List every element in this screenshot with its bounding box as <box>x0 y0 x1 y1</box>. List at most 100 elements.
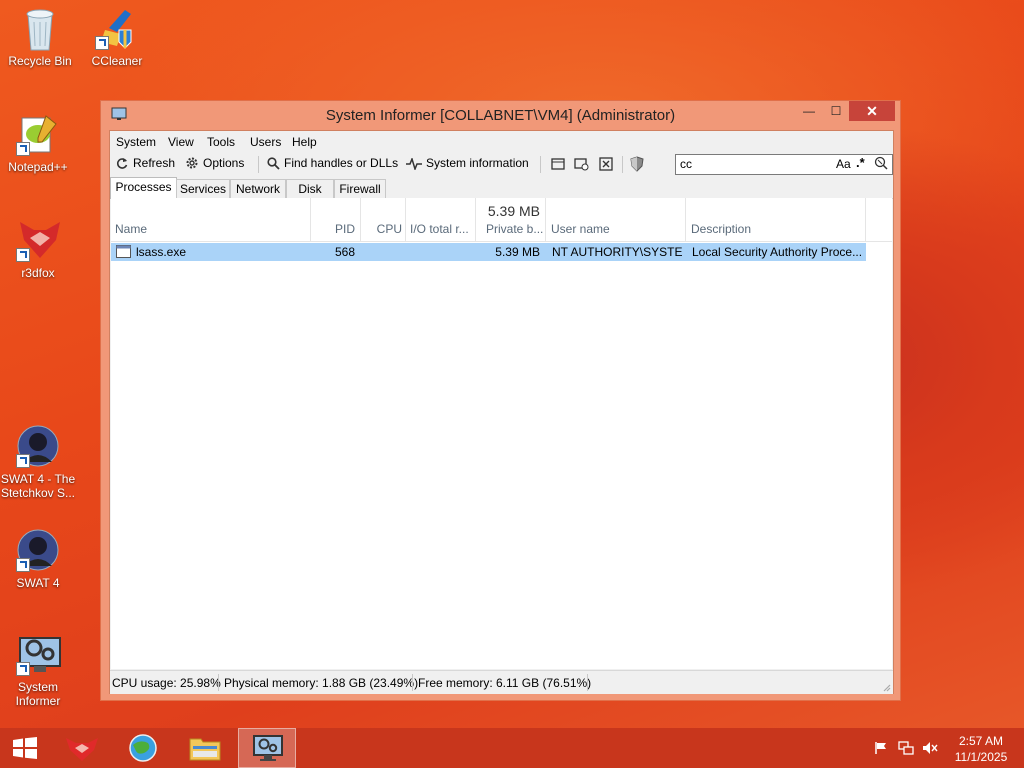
activity-icon <box>406 156 422 172</box>
desktop-icon-label: SWAT 4 <box>16 576 60 590</box>
desktop-icon-ccleaner[interactable]: CCleaner <box>79 6 155 68</box>
cell-name: lsass.exe <box>136 245 187 259</box>
tab-disk[interactable]: Disk <box>286 179 334 198</box>
cell-private-bytes: 5.39 MB <box>495 245 540 259</box>
toolbar-separator <box>622 156 623 173</box>
taskbar-system-informer[interactable] <box>238 728 296 768</box>
window-icon[interactable] <box>550 156 566 172</box>
shield-icon[interactable] <box>629 156 645 172</box>
taskbar-clock[interactable]: 2:57 AM 11/1/2025 <box>946 733 1016 765</box>
network-icon[interactable] <box>898 741 914 755</box>
column-header-io[interactable]: I/O total r... <box>406 198 476 241</box>
search-input[interactable]: cc <box>680 157 692 171</box>
find-window-icon[interactable] <box>574 156 590 172</box>
shortcut-arrow-icon <box>16 662 30 676</box>
regex-toggle[interactable]: .* <box>856 155 865 170</box>
system-information-button[interactable]: System information <box>406 156 529 172</box>
taskbar-file-explorer[interactable] <box>178 728 234 768</box>
desktop-icon-system-informer[interactable]: System Informer <box>0 632 76 708</box>
menu-view[interactable]: View <box>168 135 194 149</box>
desktop-icon-swat4[interactable]: SWAT 4 <box>0 528 76 590</box>
minimize-button[interactable]: — <box>795 101 823 121</box>
refresh-button[interactable]: Refresh <box>115 156 175 170</box>
menubar: System View Tools Users Help <box>110 131 893 153</box>
refresh-label: Refresh <box>133 156 176 170</box>
desktop-icon-label: SWAT 4 - The Stetchkov S... <box>0 472 76 500</box>
desktop-icon-label: System Informer <box>15 680 61 708</box>
system-informer-icon <box>253 735 283 761</box>
search-box[interactable]: cc Aa .* <box>675 154 893 175</box>
close-button[interactable]: ✕ <box>849 101 895 121</box>
tab-firewall[interactable]: Firewall <box>334 179 386 198</box>
notepad-plus-plus-icon <box>16 112 60 156</box>
tab-strip: Processes Services Network Disk Firewall <box>110 177 893 199</box>
table-row[interactable]: lsass.exe 568 5.39 MB NT AUTHORITY\SYSTE… <box>111 243 866 261</box>
tab-processes[interactable]: Processes <box>110 177 177 199</box>
process-list[interactable]: Name PID CPU I/O total r... 5.39 MB Priva… <box>111 198 892 669</box>
status-physical-memory: Physical memory: 1.88 GB (23.49%) <box>224 676 419 690</box>
start-button[interactable] <box>0 728 56 768</box>
clock-time: 2:57 AM <box>958 734 1004 748</box>
tab-services[interactable]: Services <box>176 179 230 198</box>
column-header-private-bytes[interactable]: 5.39 MB Private b... <box>476 198 546 241</box>
list-header: Name PID CPU I/O total r... 5.39 MB Priva… <box>111 198 892 242</box>
process-icon <box>116 245 131 258</box>
maximize-button[interactable]: ☐ <box>822 101 850 121</box>
cell-pid: 568 <box>334 245 355 259</box>
window-title: System Informer [COLLABNET\VM4] (Adminis… <box>325 107 676 124</box>
volume-muted-icon[interactable] <box>922 741 938 755</box>
system-information-label: System information <box>426 156 529 170</box>
browser-icon <box>129 734 157 762</box>
status-separator <box>218 674 219 691</box>
resize-grip-icon[interactable] <box>881 682 891 692</box>
private-bytes-total: 5.39 MB <box>487 203 540 219</box>
column-header-name[interactable]: Name <box>111 198 311 241</box>
gear-icon <box>186 157 198 169</box>
window-titlebar[interactable]: System Informer [COLLABNET\VM4] (Adminis… <box>101 101 900 129</box>
column-header-cpu[interactable]: CPU <box>361 198 406 241</box>
flag-icon[interactable] <box>874 741 888 755</box>
taskbar-browser[interactable] <box>116 728 172 768</box>
menu-system[interactable]: System <box>116 135 156 149</box>
menu-users[interactable]: Users <box>250 135 281 149</box>
cell-description: Local Security Authority Proce... <box>692 245 863 259</box>
shortcut-arrow-icon <box>95 36 109 50</box>
menu-help[interactable]: Help <box>292 135 317 149</box>
options-label: Options <box>203 156 245 170</box>
ccleaner-icon <box>95 6 139 50</box>
tab-network[interactable]: Network <box>230 179 286 198</box>
cell-user: NT AUTHORITY\SYSTEM <box>552 245 683 259</box>
clear-search-icon[interactable] <box>874 156 888 170</box>
desktop-icon-swat4-stetchkov[interactable]: SWAT 4 - The Stetchkov S... <box>0 424 76 500</box>
clock-date: 11/1/2025 <box>954 750 1008 764</box>
desktop-icon-r3dfox[interactable]: r3dfox <box>0 218 76 280</box>
taskbar: 2:57 AM 11/1/2025 <box>0 728 1024 768</box>
desktop-icon-notepad-plus-plus[interactable]: Notepad++ <box>0 112 76 174</box>
find-handles-label: Find handles or DLLs <box>284 156 399 170</box>
find-handles-button[interactable]: Find handles or DLLs <box>267 156 398 170</box>
shortcut-arrow-icon <box>16 142 30 156</box>
status-bar: CPU usage: 25.98% Physical memory: 1.88 … <box>110 670 893 694</box>
desktop-icon-label: Recycle Bin <box>8 54 72 68</box>
toolbar-separator <box>258 156 259 173</box>
taskbar-r3dfox[interactable] <box>54 728 110 768</box>
swat4-icon <box>16 424 60 468</box>
desktop-icon-label: CCleaner <box>91 54 143 68</box>
desktop-icon-label: r3dfox <box>21 266 55 280</box>
desktop-icon-recycle-bin[interactable]: Recycle Bin <box>2 6 78 68</box>
system-informer-window[interactable]: System Informer [COLLABNET\VM4] (Adminis… <box>100 100 901 701</box>
close-window-icon[interactable] <box>598 156 614 172</box>
menu-tools[interactable]: Tools <box>207 135 235 149</box>
status-free-memory: Free memory: 6.11 GB (76.51%) <box>418 676 592 690</box>
column-header-description[interactable]: Description <box>686 198 866 241</box>
column-header-user[interactable]: User name <box>546 198 686 241</box>
match-case-toggle[interactable]: Aa <box>836 157 851 171</box>
status-separator <box>587 674 588 691</box>
options-button[interactable]: Options <box>185 156 244 170</box>
recycle-bin-icon <box>18 6 62 51</box>
status-separator <box>412 674 413 691</box>
column-header-pid[interactable]: PID <box>311 198 361 241</box>
r3dfox-icon <box>16 218 60 262</box>
toolbar: Refresh Options Find handles or DLLs Sys… <box>110 153 893 175</box>
shortcut-arrow-icon <box>16 558 30 572</box>
